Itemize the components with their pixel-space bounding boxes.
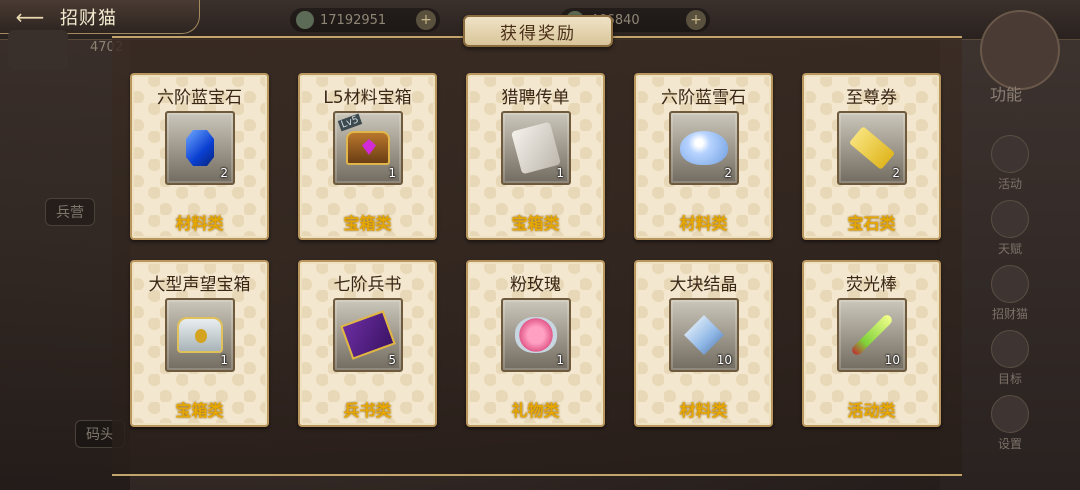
menu-settings-label: 设置 bbox=[997, 437, 1022, 451]
player-avatar[interactable] bbox=[8, 30, 68, 70]
reward-card[interactable]: 粉玫瑰 1 礼物类 bbox=[466, 260, 605, 427]
item-name: L5材料宝箱 bbox=[323, 88, 412, 108]
item-quantity: 1 bbox=[220, 353, 228, 367]
level-badge: Lv5 bbox=[337, 113, 363, 132]
back-arrow-icon[interactable]: ⟵ bbox=[0, 2, 60, 32]
ticket-icon bbox=[848, 126, 896, 170]
item-quantity: 2 bbox=[892, 166, 900, 180]
item-category: 宝箱类 bbox=[511, 214, 560, 233]
item-quantity: 5 bbox=[388, 353, 396, 367]
item-icon-frame: 5 bbox=[333, 298, 403, 372]
reward-card[interactable]: 猎聘传单 1 宝箱类 bbox=[466, 73, 605, 240]
snow-stone-icon bbox=[680, 131, 728, 165]
activity-icon bbox=[991, 135, 1029, 173]
add-gem-button[interactable]: + bbox=[686, 10, 706, 30]
item-category: 材料类 bbox=[175, 214, 224, 233]
menu-goal-label: 目标 bbox=[997, 372, 1022, 386]
item-icon-frame: 1 bbox=[165, 298, 235, 372]
item-icon-frame: 1 bbox=[501, 298, 571, 372]
item-name: 至尊券 bbox=[846, 88, 897, 108]
coin-icon bbox=[296, 11, 314, 29]
item-category: 材料类 bbox=[679, 214, 728, 233]
lucky-cat-icon bbox=[991, 265, 1029, 303]
reward-card[interactable]: 六阶蓝雪石 2 材料类 bbox=[634, 73, 773, 240]
coin-value: 17192951 bbox=[320, 12, 387, 28]
item-quantity: 10 bbox=[884, 353, 900, 367]
menu-talent-label: 天赋 bbox=[997, 242, 1022, 256]
page-title: 招财猫 bbox=[60, 7, 117, 29]
gear-icon bbox=[991, 395, 1029, 433]
item-name: 猎聘传单 bbox=[501, 88, 570, 108]
item-quantity: 1 bbox=[388, 166, 396, 180]
goal-icon bbox=[991, 330, 1029, 368]
glowstick-icon bbox=[850, 313, 894, 357]
item-icon-frame: 2 bbox=[669, 111, 739, 185]
add-coin-button[interactable]: + bbox=[416, 10, 436, 30]
function-button[interactable]: 功能 bbox=[976, 70, 1036, 120]
reward-card[interactable]: 六阶蓝宝石 2 材料类 bbox=[130, 73, 269, 240]
barracks-label[interactable]: 兵营 bbox=[45, 198, 95, 226]
item-quantity: 2 bbox=[220, 166, 228, 180]
dialog-title: 获得奖励 bbox=[463, 15, 613, 47]
item-name: 七阶兵书 bbox=[333, 275, 402, 295]
item-category: 活动类 bbox=[847, 401, 896, 420]
menu-activity[interactable]: 活动 bbox=[980, 135, 1040, 192]
item-icon-frame: 2 bbox=[837, 111, 907, 185]
reward-card[interactable]: 至尊券 2 宝石类 bbox=[802, 73, 941, 240]
item-icon-frame: 10 bbox=[669, 298, 739, 372]
item-icon-frame: Lv5 1 bbox=[333, 111, 403, 185]
item-icon-frame: 2 bbox=[165, 111, 235, 185]
item-name: 六阶蓝宝石 bbox=[157, 88, 242, 108]
crystal-icon bbox=[684, 315, 724, 355]
reward-grid: 六阶蓝宝石 2 材料类 L5材料宝箱 Lv5 1 宝箱类 猎聘传单 1 宝箱类 … bbox=[130, 73, 941, 427]
item-quantity: 1 bbox=[556, 353, 564, 367]
menu-lucky-cat-label: 招财猫 bbox=[991, 307, 1028, 321]
menu-activity-label: 活动 bbox=[997, 177, 1022, 191]
item-name: 粉玫瑰 bbox=[510, 275, 561, 295]
reward-card[interactable]: 荧光棒 10 活动类 bbox=[802, 260, 941, 427]
menu-goal[interactable]: 目标 bbox=[980, 330, 1040, 387]
scroll-icon bbox=[510, 121, 562, 175]
menu-lucky-cat[interactable]: 招财猫 bbox=[980, 265, 1040, 322]
reward-card[interactable]: L5材料宝箱 Lv5 1 宝箱类 bbox=[298, 73, 437, 240]
treasure-chest-icon bbox=[346, 131, 390, 165]
coin-resource: 17192951 + bbox=[290, 8, 440, 32]
item-name: 六阶蓝雪石 bbox=[661, 88, 746, 108]
blue-gem-icon bbox=[186, 130, 214, 166]
item-category: 宝箱类 bbox=[175, 401, 224, 420]
item-quantity: 2 bbox=[724, 166, 732, 180]
item-category: 宝箱类 bbox=[343, 214, 392, 233]
item-category: 宝石类 bbox=[847, 214, 896, 233]
reward-card[interactable]: 七阶兵书 5 兵书类 bbox=[298, 260, 437, 427]
item-name: 大块结晶 bbox=[669, 275, 738, 295]
reward-card[interactable]: 大型声望宝箱 1 宝箱类 bbox=[130, 260, 269, 427]
item-icon-frame: 1 bbox=[501, 111, 571, 185]
item-name: 大型声望宝箱 bbox=[148, 275, 251, 295]
rose-icon bbox=[515, 317, 557, 353]
item-icon-frame: 10 bbox=[837, 298, 907, 372]
item-category: 材料类 bbox=[679, 401, 728, 420]
item-quantity: 1 bbox=[556, 166, 564, 180]
item-quantity: 10 bbox=[716, 353, 732, 367]
item-name: 荧光棒 bbox=[846, 275, 897, 295]
menu-settings[interactable]: 设置 bbox=[980, 395, 1040, 452]
silver-chest-icon bbox=[177, 317, 223, 353]
item-category: 礼物类 bbox=[511, 401, 560, 420]
reward-card[interactable]: 大块结晶 10 材料类 bbox=[634, 260, 773, 427]
menu-talent[interactable]: 天赋 bbox=[980, 200, 1040, 257]
talent-icon bbox=[991, 200, 1029, 238]
item-category: 兵书类 bbox=[343, 401, 392, 420]
title-tab: ⟵ 招财猫 bbox=[0, 0, 200, 34]
